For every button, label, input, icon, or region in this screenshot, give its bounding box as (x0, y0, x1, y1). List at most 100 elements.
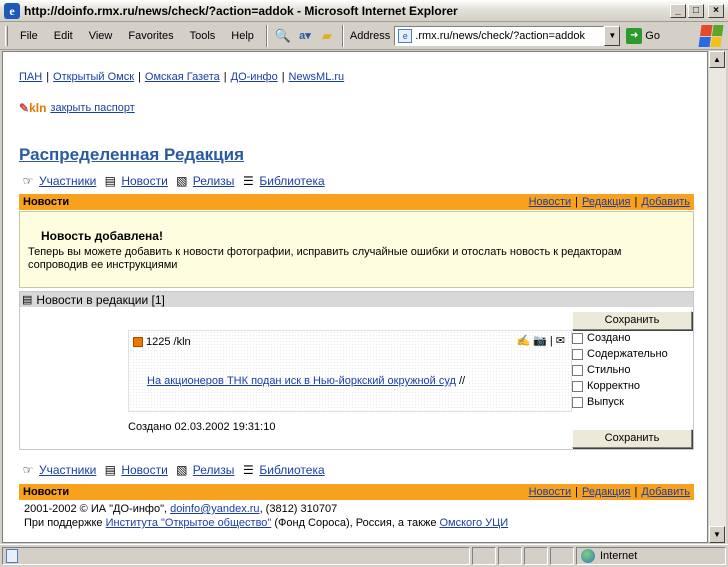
footer-institute-link[interactable]: Института "Открытое общество" (106, 517, 272, 529)
menu-favorites[interactable]: Favorites (120, 30, 181, 42)
news-bar-top: Новости Новости | Редакция | Добавить (19, 194, 694, 210)
link-omsk-gazette[interactable]: Омская Газета (145, 71, 220, 83)
nav-item-participants[interactable]: ☞ Участники (20, 174, 97, 188)
close-passport-link[interactable]: закрыть паспорт (50, 102, 134, 114)
minimize-button[interactable]: _ (670, 3, 686, 18)
scroll-up-button[interactable]: ▲ (709, 51, 725, 68)
bar-link-editorial[interactable]: Редакция (582, 486, 630, 498)
tool-separator: | (549, 334, 553, 347)
nav-item-news[interactable]: ▤ Новости (102, 174, 168, 188)
page-title: Распределенная Редакция (19, 145, 244, 165)
news-bar-links: Новости | Редакция | Добавить (528, 486, 690, 498)
nav-item-releases[interactable]: ▧ Релизы (174, 463, 235, 477)
nav-item-releases[interactable]: ▧ Релизы (174, 174, 235, 188)
folder-icon[interactable]: ▰ (317, 26, 337, 46)
address-input[interactable]: e .rmx.ru/news/check/?action=addok (394, 25, 605, 46)
bar-link-news[interactable]: Новости (529, 486, 572, 498)
news-bar-label: Новости (23, 486, 70, 498)
checkbox-release[interactable]: Выпуск (572, 394, 668, 410)
page-title-link[interactable]: Распределенная Редакция (19, 145, 244, 164)
go-arrow-icon: ➜ (626, 27, 643, 44)
send-icon[interactable]: ✉ (556, 334, 565, 347)
news-bar-bottom: Новости Новости | Редакция | Добавить (19, 484, 694, 500)
news-icon: ▤ (22, 294, 33, 306)
link-pan[interactable]: ПАН (19, 71, 42, 83)
checkbox-correct[interactable]: Корректно (572, 378, 668, 394)
page-loaded-icon (6, 549, 18, 563)
kln-logo: ✎kln (19, 101, 47, 115)
save-button-top[interactable]: Сохранить (572, 311, 692, 330)
status-checkboxes: Создано Содержательно Стильно Корректно … (572, 330, 668, 410)
menu-view[interactable]: View (81, 30, 121, 42)
zone-label: Internet (600, 550, 638, 562)
item-id: 1225 /kln (133, 336, 191, 348)
nav-news-link[interactable]: Новости (121, 174, 167, 188)
go-label: Go (645, 29, 660, 42)
item-created: Создано 02.03.2002 19:31:10 (128, 421, 276, 433)
nav-top: ☞ Участники ▤ Новости ▧ Релизы ☰ Библиотека (20, 174, 331, 188)
save-button-bottom[interactable]: Сохранить (572, 429, 692, 448)
passport-row: ✎kln закрыть паспорт (19, 101, 135, 115)
close-button[interactable]: × (708, 3, 724, 18)
toolbar-grip[interactable] (5, 25, 8, 46)
security-zone: Internet (576, 547, 726, 565)
nav-releases-link[interactable]: Релизы (193, 174, 235, 188)
nav-bottom: ☞ Участники ▤ Новости ▧ Релизы ☰ Библиотека (20, 463, 331, 477)
vertical-scrollbar[interactable]: ▲ ▼ (708, 51, 726, 543)
footer-email-link[interactable]: doinfo@yandex.ru (170, 503, 259, 515)
news-item: 1225 /kln ✍ 📷 | ✉ На акционеров ТНК пода… (128, 330, 572, 412)
menu-bar: File Edit View Favorites Tools Help 🔍 a▾… (0, 22, 728, 50)
status-pane (524, 547, 548, 565)
nav-releases-link[interactable]: Релизы (193, 463, 235, 477)
bar-link-news[interactable]: Новости (529, 196, 572, 208)
menu-edit[interactable]: Edit (46, 30, 81, 42)
address-value: .rmx.ru/news/check/?action=addok (415, 29, 585, 42)
bar-link-add[interactable]: Добавить (641, 196, 690, 208)
go-button[interactable]: ➜ Go (626, 27, 660, 44)
edit-icon[interactable]: ✍ (517, 334, 531, 347)
news-icon: ▤ (104, 463, 116, 477)
footer-omsk-uci-link[interactable]: Омского УЦИ (440, 517, 509, 529)
page-content: ПАН | Открытый Омск | Омская Газета | ДО-инфо |… (2, 51, 708, 543)
status-main-pane (2, 547, 470, 565)
address-dropdown-button[interactable]: ▼ (604, 25, 621, 46)
nav-item-participants[interactable]: ☞ Участники (20, 463, 97, 477)
nav-library-link[interactable]: Библиотека (259, 463, 324, 477)
item-headline-link[interactable]: На акционеров ТНК подан иск в Нью-йоркск… (147, 375, 456, 387)
translate-icon[interactable]: a▾ (295, 26, 315, 46)
checkbox-content[interactable]: Содержательно (572, 346, 668, 362)
link-newsml[interactable]: NewsML.ru (289, 71, 345, 83)
link-open-omsk[interactable]: Открытый Омск (53, 71, 134, 83)
nav-participants-link[interactable]: Участники (39, 174, 96, 188)
nav-news-link[interactable]: Новости (121, 463, 167, 477)
camera-icon[interactable]: 📷 (533, 334, 547, 347)
search-icon[interactable]: 🔍 (273, 26, 293, 46)
page-icon: e (398, 28, 413, 43)
checkbox-created[interactable]: Создано (572, 330, 668, 346)
item-headline: На акционеров ТНК подан иск в Нью-йоркск… (147, 375, 466, 387)
globe-icon (581, 549, 595, 563)
nav-item-library[interactable]: ☰ Библиотека (240, 174, 325, 188)
news-in-editorial-section: ▤ Новости в редакции [1] Сохранить 1225 … (19, 291, 694, 450)
menu-help[interactable]: Help (223, 30, 262, 42)
nav-library-link[interactable]: Библиотека (259, 174, 324, 188)
checkbox-style[interactable]: Стильно (572, 362, 668, 378)
link-do-info[interactable]: ДО-инфо (231, 71, 278, 83)
toolbar-separator (341, 24, 344, 47)
page-footer: 2001-2002 © ИА "ДО-инфо", doinfo@yandex.… (24, 502, 508, 530)
ie-app-icon: e (4, 2, 20, 19)
scroll-down-button[interactable]: ▼ (709, 526, 725, 543)
menu-tools[interactable]: Tools (182, 30, 224, 42)
bar-link-add[interactable]: Добавить (641, 486, 690, 498)
top-links: ПАН | Открытый Омск | Омская Газета | ДО-инфо |… (19, 71, 345, 83)
maximize-button[interactable]: □ (688, 3, 704, 18)
nav-participants-link[interactable]: Участники (39, 463, 96, 477)
menu-file[interactable]: File (12, 30, 46, 42)
status-pane (498, 547, 522, 565)
nav-item-news[interactable]: ▤ Новости (102, 463, 168, 477)
notice-body: Теперь вы можете добавить к новости фото… (28, 246, 622, 271)
news-bar-label: Новости (23, 196, 70, 208)
bar-link-editorial[interactable]: Редакция (582, 196, 630, 208)
nav-item-library[interactable]: ☰ Библиотека (240, 463, 325, 477)
releases-icon: ▧ (176, 174, 188, 188)
